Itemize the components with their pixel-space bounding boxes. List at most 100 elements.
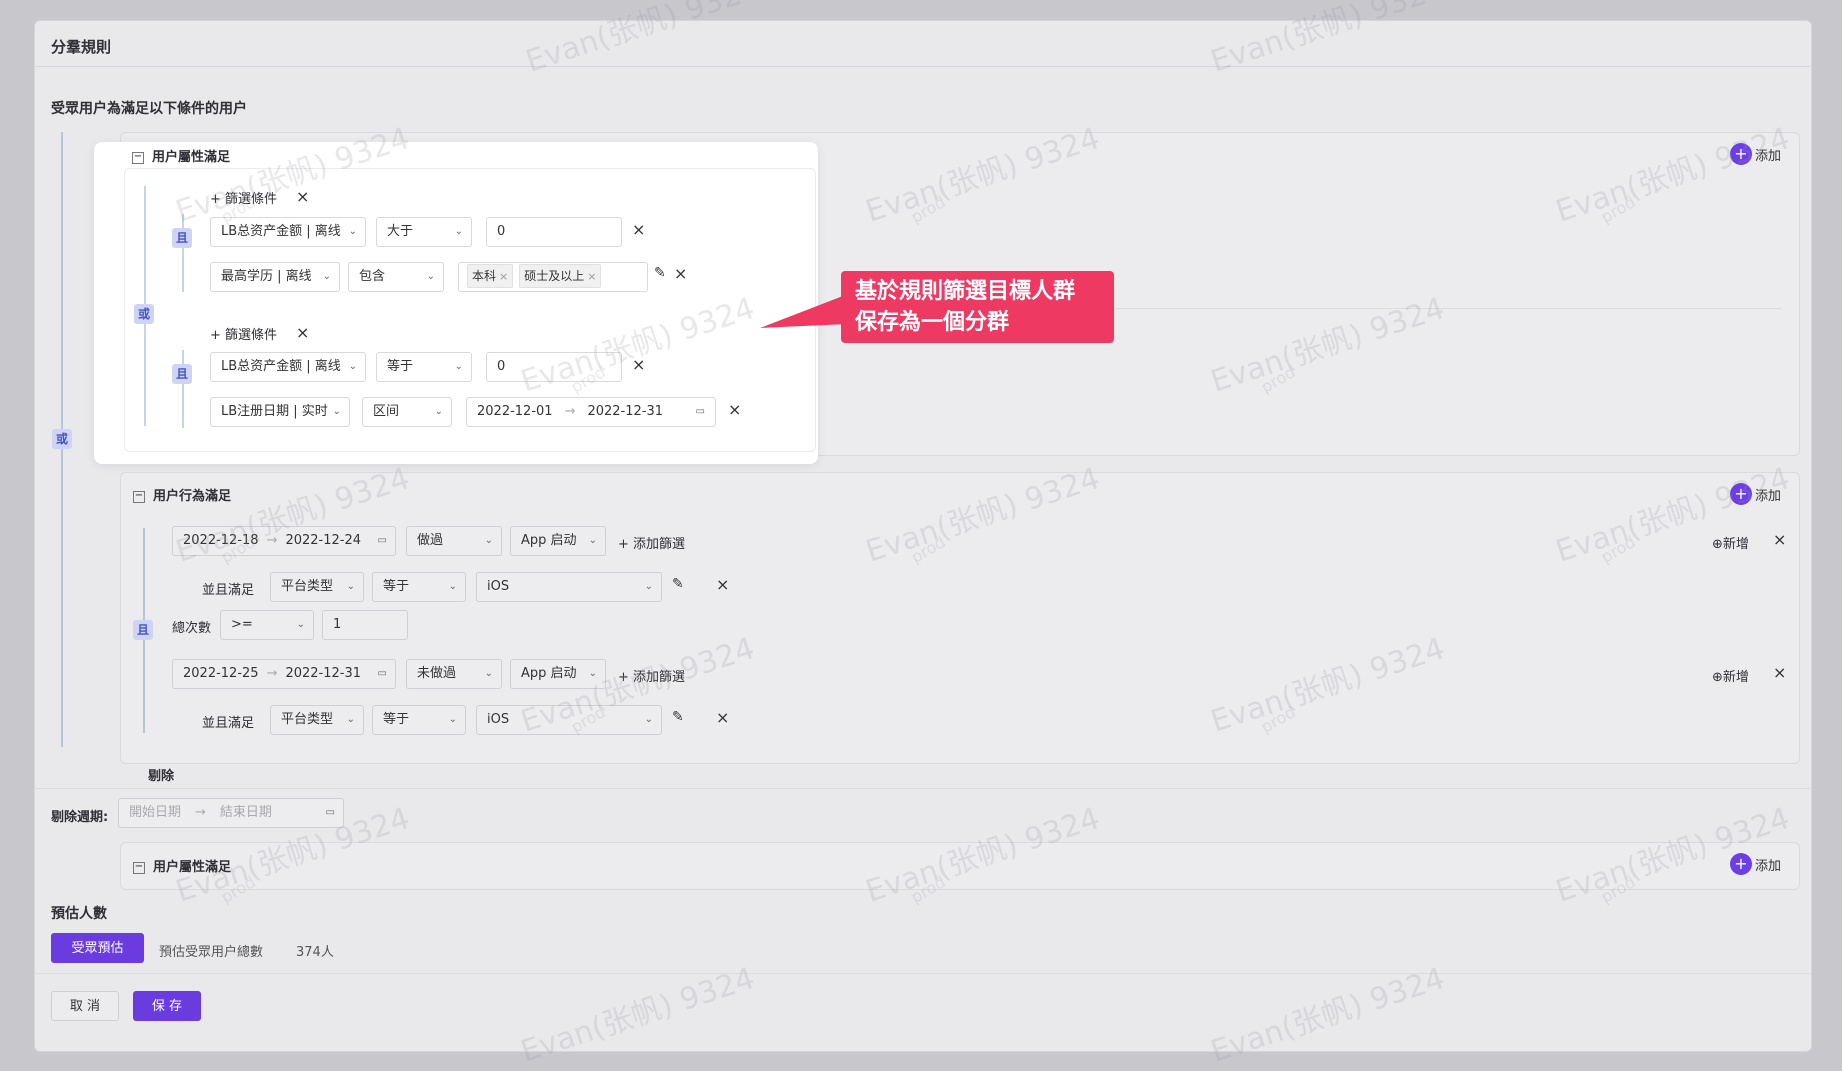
close-icon[interactable]: ×: [716, 708, 729, 727]
highlighted-attr-panel: − 用户屬性滿足 或 + 篩選條件 × 且 LB总资产金额 | 离线 ⌄ 大于 ⌄ 0…: [94, 142, 818, 464]
action-select[interactable]: 未做過 ⌄: [406, 659, 502, 689]
behavior-group-title[interactable]: − 用户行為滿足: [133, 485, 231, 504]
plus-circle-icon: ⊕: [1712, 670, 1723, 685]
chevron-down-icon: ⌄: [448, 714, 457, 725]
sub-field-select[interactable]: 平台类型 ⌄: [270, 572, 364, 602]
target-description: 受眾用户為滿足以下條件的用户: [51, 101, 247, 117]
total-count-input[interactable]: 1: [322, 610, 408, 640]
and-badge-1: 且: [172, 228, 192, 248]
close-icon[interactable]: ×: [1773, 530, 1786, 549]
add-filter-cond-1[interactable]: + 篩選條件: [210, 188, 277, 207]
calendar-icon: ▭: [325, 807, 335, 818]
value-input[interactable]: 0: [486, 217, 622, 247]
new-button[interactable]: ⊕新增: [1712, 533, 1749, 552]
chevron-down-icon: ⌄: [348, 226, 357, 237]
edit-icon[interactable]: ✎: [672, 576, 684, 592]
operator-select[interactable]: 大于 ⌄: [376, 217, 472, 247]
close-icon[interactable]: ×: [716, 575, 729, 594]
inner-or-badge: 或: [134, 304, 154, 324]
close-icon[interactable]: ×: [632, 220, 645, 239]
date-range-picker[interactable]: 2022-12-18 → 2022-12-24 ▭: [172, 526, 396, 556]
value-input[interactable]: 0: [486, 352, 622, 382]
calendar-icon: ▭: [377, 668, 387, 679]
collapse-icon: −: [132, 150, 144, 164]
sub-value-select[interactable]: iOS ⌄: [476, 705, 662, 735]
event-select[interactable]: App 启动 ⌄: [510, 659, 606, 689]
operator-select[interactable]: 包含 ⌄: [348, 262, 444, 292]
field-select[interactable]: LB注册日期 | 实时 ⌄: [210, 397, 350, 427]
add-filter-cond-2[interactable]: + 篩選條件: [210, 324, 277, 343]
exclude-date-range[interactable]: 開始日期 → 結束日期 ▭: [118, 798, 344, 828]
exclude-add-button[interactable]: + 添加: [1730, 853, 1781, 875]
field-select[interactable]: LB总资产金额 | 离线 ⌄: [210, 217, 366, 247]
cancel-button[interactable]: 取 消: [51, 991, 119, 1021]
sub-field-select[interactable]: 平台类型 ⌄: [270, 705, 364, 735]
estimate-title: 預估人數: [51, 906, 107, 922]
chevron-down-icon: ⌄: [296, 619, 305, 630]
callout-line-1: 基於規則篩選目標人群: [855, 279, 1076, 304]
chevron-down-icon: ⌄: [588, 668, 597, 679]
chevron-down-icon: ⌄: [588, 535, 597, 546]
close-icon[interactable]: ×: [632, 355, 645, 374]
chevron-down-icon: ⌄: [348, 361, 357, 372]
exclude-title: 剔除: [148, 769, 175, 784]
divider: [34, 973, 1810, 974]
operator-select[interactable]: 区间 ⌄: [362, 397, 452, 427]
chevron-down-icon: ⌄: [454, 361, 463, 372]
sub-operator-select[interactable]: 等于 ⌄: [372, 705, 466, 735]
close-icon[interactable]: ×: [674, 264, 687, 283]
and-rail-1: [182, 214, 184, 292]
estimate-button[interactable]: 受眾預估: [51, 933, 144, 963]
plus-circle-icon: ⊕: [1712, 537, 1723, 552]
attr-group-title[interactable]: − 用户屬性滿足: [132, 146, 230, 165]
sub-operator-select[interactable]: 等于 ⌄: [372, 572, 466, 602]
chevron-down-icon: ⌄: [484, 535, 493, 546]
close-icon[interactable]: ×: [728, 400, 741, 419]
exclude-attr-title[interactable]: − 用户屬性滿足: [133, 856, 231, 875]
chevron-down-icon: ⌄: [332, 406, 341, 417]
tag[interactable]: 本科 ×: [467, 264, 514, 288]
add-filter-button[interactable]: + 添加篩選: [618, 533, 685, 552]
tag[interactable]: 硕士及以上 ×: [519, 264, 602, 288]
chevron-down-icon: ⌄: [644, 714, 653, 725]
callout: 基於規則篩選目標人群 保存為一個分群: [841, 271, 1114, 343]
behavior-and-badge: 且: [133, 620, 153, 640]
sub-value-select[interactable]: iOS ⌄: [476, 572, 662, 602]
exclude-attr-group: [120, 842, 1800, 890]
plus-icon: +: [1730, 853, 1752, 875]
new-button[interactable]: ⊕新增: [1712, 666, 1749, 685]
add-filter-button[interactable]: + 添加篩選: [618, 666, 685, 685]
field-select[interactable]: LB总资产金额 | 离线 ⌄: [210, 352, 366, 382]
tags-input[interactable]: 本科 × 硕士及以上 ×: [458, 262, 648, 292]
chevron-down-icon: ⌄: [426, 271, 435, 282]
close-icon[interactable]: ×: [1773, 663, 1786, 682]
chevron-down-icon: ⌄: [448, 581, 457, 592]
callout-pointer: [760, 294, 848, 328]
plus-icon: +: [1730, 143, 1752, 165]
divider: [34, 788, 1810, 789]
total-count-operator[interactable]: >= ⌄: [220, 610, 314, 640]
date-range-picker[interactable]: 2022-12-01 → 2022-12-31 ▭: [466, 397, 716, 427]
chevron-down-icon: ⌄: [346, 581, 355, 592]
chevron-down-icon: ⌄: [454, 226, 463, 237]
behavior-add-button[interactable]: + 添加: [1730, 483, 1781, 505]
save-button[interactable]: 保 存: [133, 991, 201, 1021]
and-satisfy-label: 並且滿足: [202, 583, 255, 598]
edit-icon[interactable]: ✎: [672, 709, 684, 725]
calendar-icon: ▭: [695, 406, 705, 417]
operator-select[interactable]: 等于 ⌄: [376, 352, 472, 382]
add-label: 添加: [1755, 858, 1782, 874]
event-select[interactable]: App 启动 ⌄: [510, 526, 606, 556]
close-icon[interactable]: ×: [296, 187, 309, 206]
attr-add-button[interactable]: + 添加: [1730, 143, 1781, 165]
edit-icon[interactable]: ✎: [654, 265, 666, 281]
date-range-picker[interactable]: 2022-12-25 → 2022-12-31 ▭: [172, 659, 396, 689]
estimate-total-label: 預估受眾用户總數: [159, 945, 264, 960]
callout-line-2: 保存為一個分群: [855, 310, 1010, 335]
close-icon[interactable]: ×: [296, 323, 309, 342]
collapse-icon: −: [133, 860, 145, 874]
and-satisfy-label: 並且滿足: [202, 716, 255, 731]
action-select[interactable]: 做過 ⌄: [406, 526, 502, 556]
field-select[interactable]: 最高学历 | 离线 ⌄: [210, 262, 340, 292]
close-icon: ×: [587, 270, 597, 283]
